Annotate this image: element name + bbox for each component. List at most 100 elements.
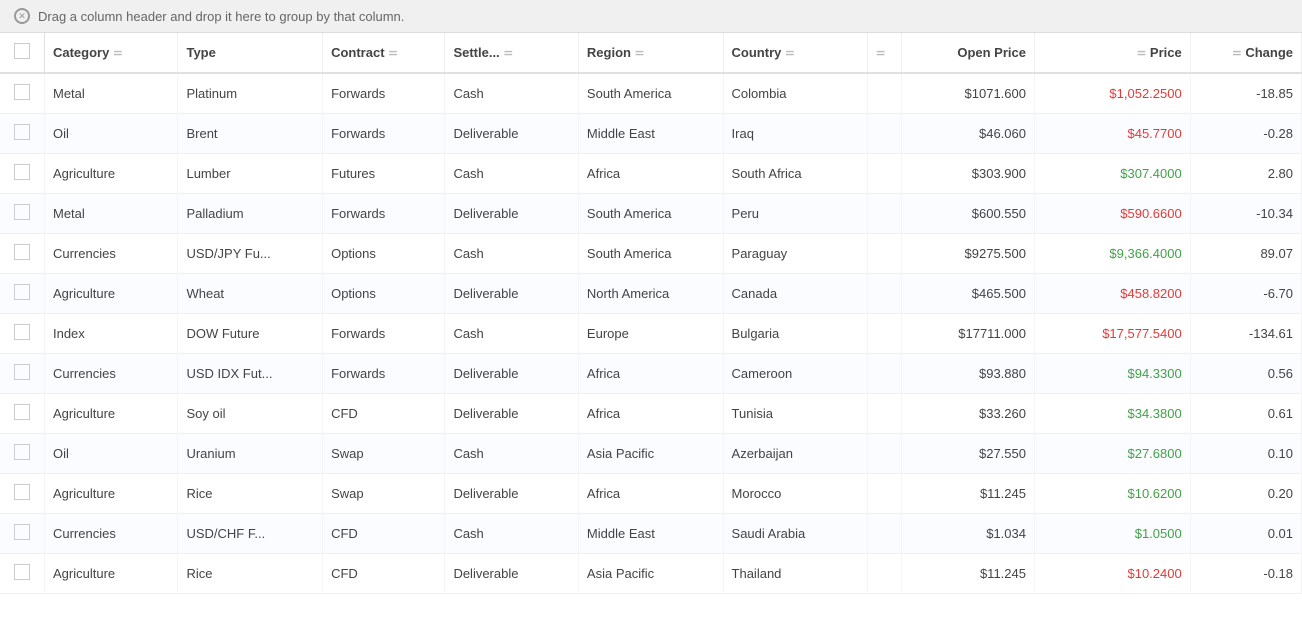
row-country: Azerbaijan: [723, 434, 868, 474]
row-checkbox-cell[interactable]: [0, 394, 44, 434]
th-price[interactable]: ⚌ Price: [1034, 33, 1190, 73]
th-openprice[interactable]: Open Price: [901, 33, 1034, 73]
row-checkbox[interactable]: [14, 364, 30, 380]
row-checkbox[interactable]: [14, 324, 30, 340]
row-checkbox[interactable]: [14, 164, 30, 180]
row-openprice: $9275.500: [901, 234, 1034, 274]
th-settle-label: Settle...: [453, 45, 499, 60]
row-openprice: $465.500: [901, 274, 1034, 314]
th-contract[interactable]: Contract ⚌: [323, 33, 445, 73]
row-checkbox[interactable]: [14, 444, 30, 460]
table-row: Metal Platinum Forwards Cash South Ameri…: [0, 73, 1302, 114]
settle-filter-icon[interactable]: ⚌: [504, 47, 513, 58]
row-checkbox[interactable]: [14, 244, 30, 260]
th-category[interactable]: Category ⚌: [44, 33, 177, 73]
row-type: Wheat: [178, 274, 323, 314]
row-checkbox-cell[interactable]: [0, 554, 44, 594]
th-change[interactable]: ⚌ Change: [1190, 33, 1301, 73]
row-checkbox-cell[interactable]: [0, 114, 44, 154]
row-checkbox[interactable]: [14, 484, 30, 500]
row-contract: CFD: [323, 514, 445, 554]
row-checkbox[interactable]: [14, 564, 30, 580]
th-empty: ⚌: [868, 33, 901, 73]
row-checkbox-cell[interactable]: [0, 234, 44, 274]
region-filter-icon[interactable]: ⚌: [635, 47, 644, 58]
row-type: Uranium: [178, 434, 323, 474]
row-checkbox-cell[interactable]: [0, 434, 44, 474]
openprice-filter-icon[interactable]: ⚌: [1137, 47, 1146, 58]
th-openprice-label: Open Price: [957, 45, 1026, 60]
row-region: Africa: [578, 154, 723, 194]
row-price: $27.6800: [1034, 434, 1190, 474]
row-country: Peru: [723, 194, 868, 234]
th-checkbox[interactable]: [0, 33, 44, 73]
th-country[interactable]: Country ⚌: [723, 33, 868, 73]
row-country: South Africa: [723, 154, 868, 194]
row-checkbox-cell[interactable]: [0, 154, 44, 194]
row-contract: CFD: [323, 554, 445, 594]
row-checkbox[interactable]: [14, 404, 30, 420]
row-checkbox-cell[interactable]: [0, 474, 44, 514]
category-filter-icon[interactable]: ⚌: [113, 47, 122, 58]
row-checkbox-cell[interactable]: [0, 73, 44, 114]
row-settle: Cash: [445, 434, 578, 474]
th-country-label: Country: [732, 45, 782, 60]
row-checkbox[interactable]: [14, 284, 30, 300]
row-type: Lumber: [178, 154, 323, 194]
empty-filter-icon[interactable]: ⚌: [876, 47, 885, 58]
table-row: Agriculture Lumber Futures Cash Africa S…: [0, 154, 1302, 194]
row-type: USD/JPY Fu...: [178, 234, 323, 274]
row-checkbox-cell[interactable]: [0, 274, 44, 314]
table-body: Metal Platinum Forwards Cash South Ameri…: [0, 73, 1302, 594]
row-change: -18.85: [1190, 73, 1301, 114]
row-type: Platinum: [178, 73, 323, 114]
table-row: Agriculture Wheat Options Deliverable No…: [0, 274, 1302, 314]
row-change: 0.01: [1190, 514, 1301, 554]
contract-filter-icon[interactable]: ⚌: [389, 47, 398, 58]
row-type: Brent: [178, 114, 323, 154]
row-openprice: $303.900: [901, 154, 1034, 194]
row-empty: [868, 73, 901, 114]
row-empty: [868, 514, 901, 554]
row-change: 0.56: [1190, 354, 1301, 394]
row-settle: Cash: [445, 314, 578, 354]
row-country: Morocco: [723, 474, 868, 514]
row-contract: Options: [323, 274, 445, 314]
row-type: Rice: [178, 474, 323, 514]
row-empty: [868, 114, 901, 154]
row-category: Oil: [44, 114, 177, 154]
th-change-label: Change: [1245, 45, 1293, 60]
row-country: Cameroon: [723, 354, 868, 394]
row-openprice: $11.245: [901, 474, 1034, 514]
row-checkbox-cell[interactable]: [0, 314, 44, 354]
row-contract: Forwards: [323, 314, 445, 354]
th-region[interactable]: Region ⚌: [578, 33, 723, 73]
row-openprice: $46.060: [901, 114, 1034, 154]
row-contract: Swap: [323, 434, 445, 474]
th-settle[interactable]: Settle... ⚌: [445, 33, 578, 73]
row-change: 0.61: [1190, 394, 1301, 434]
row-checkbox[interactable]: [14, 524, 30, 540]
row-change: -10.34: [1190, 194, 1301, 234]
row-contract: Forwards: [323, 73, 445, 114]
table-row: Metal Palladium Forwards Deliverable Sou…: [0, 194, 1302, 234]
row-region: Africa: [578, 354, 723, 394]
row-price: $307.4000: [1034, 154, 1190, 194]
row-checkbox-cell[interactable]: [0, 354, 44, 394]
row-checkbox[interactable]: [14, 124, 30, 140]
row-empty: [868, 314, 901, 354]
table-header-row: Category ⚌ Type Contract ⚌: [0, 33, 1302, 73]
row-settle: Cash: [445, 234, 578, 274]
row-checkbox[interactable]: [14, 204, 30, 220]
row-checkbox[interactable]: [14, 84, 30, 100]
row-checkbox-cell[interactable]: [0, 514, 44, 554]
select-all-checkbox[interactable]: [14, 43, 30, 59]
row-checkbox-cell[interactable]: [0, 194, 44, 234]
th-type[interactable]: Type: [178, 33, 323, 73]
price-filter-icon[interactable]: ⚌: [1232, 47, 1241, 58]
row-change: 0.20: [1190, 474, 1301, 514]
table-row: Agriculture Rice Swap Deliverable Africa…: [0, 474, 1302, 514]
row-country: Bulgaria: [723, 314, 868, 354]
row-price: $17,577.5400: [1034, 314, 1190, 354]
country-filter-icon[interactable]: ⚌: [785, 47, 794, 58]
